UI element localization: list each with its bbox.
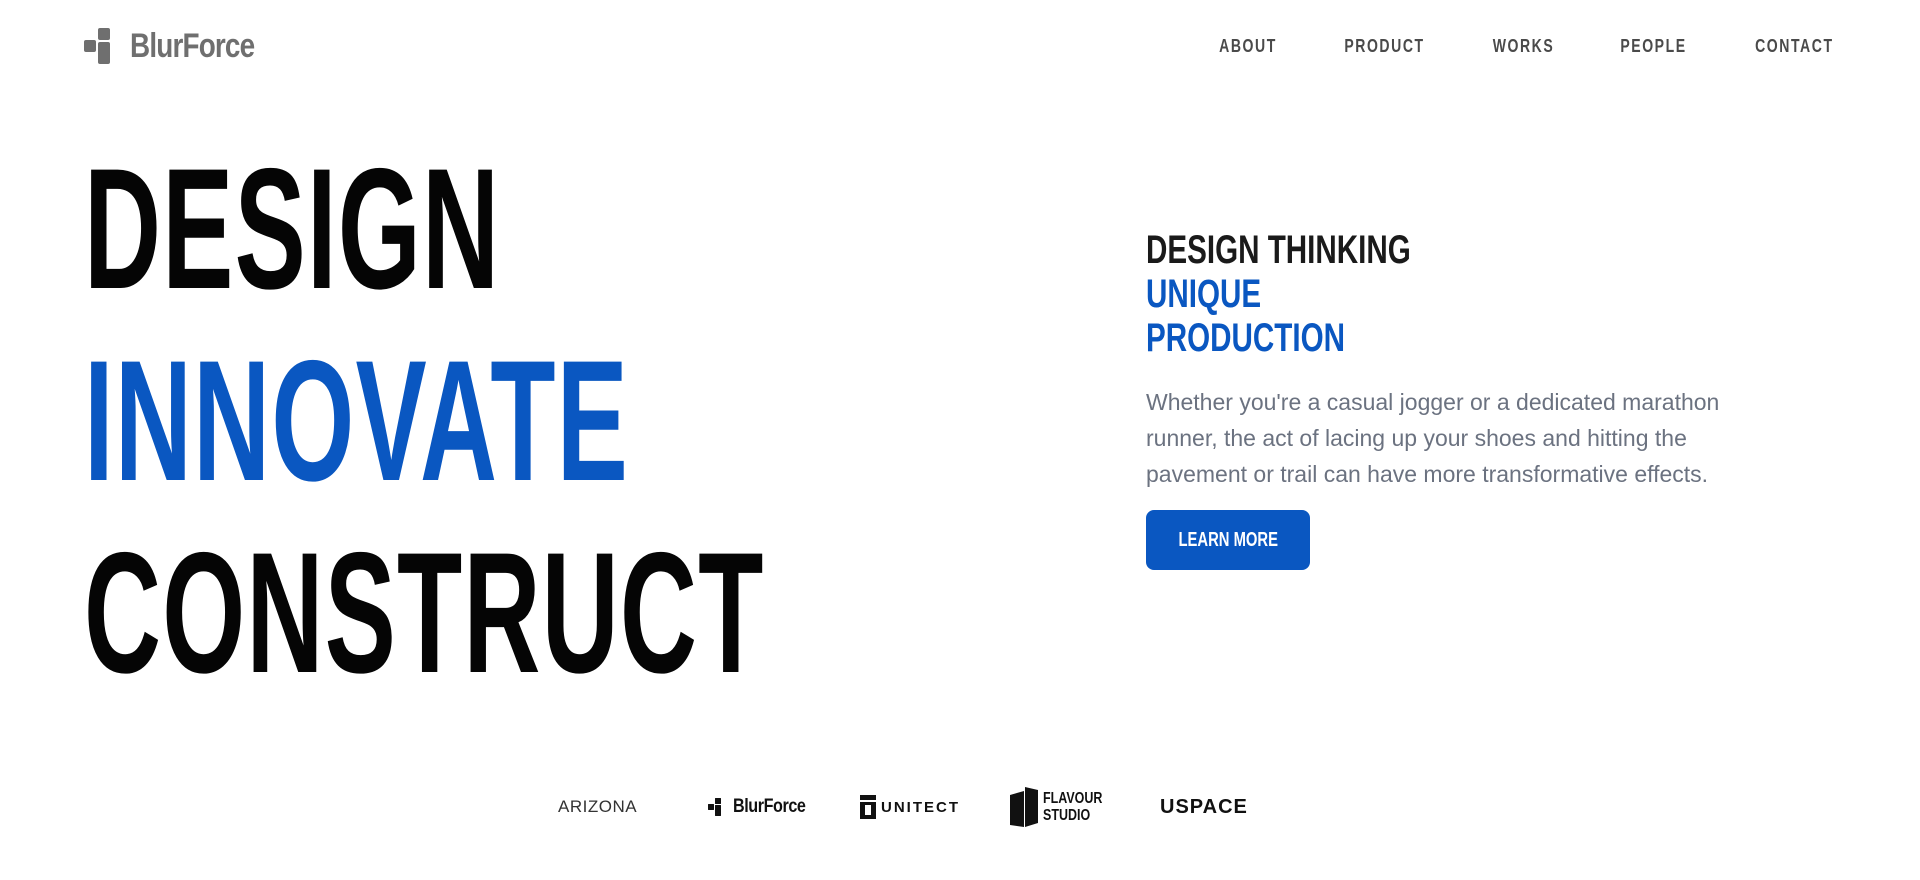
- landing-page: BlurForce ABOUT PRODUCT WORKS PEOPLE CON…: [0, 0, 1920, 880]
- building-icon: [1010, 787, 1038, 827]
- learn-more-label: LEARN MORE: [1178, 528, 1278, 551]
- intro-heading-line3: PRODUCTION: [1146, 316, 1345, 360]
- partner-logo-flavour-studio: FLAVOUR STUDIO: [1010, 786, 1119, 828]
- partner-blurforce-text: BlurForce: [733, 796, 806, 817]
- partner-flavour-text: FLAVOUR STUDIO: [1043, 790, 1102, 824]
- intro-heading-line1: DESIGN THINKING: [1146, 228, 1411, 272]
- partner-logo-blurforce: BlurForce: [708, 786, 818, 828]
- nav-contact[interactable]: CONTACT: [1755, 36, 1834, 57]
- partner-flavour-line1: FLAVOUR: [1043, 790, 1103, 807]
- hero-word-innovate: INNOVATE: [84, 325, 630, 517]
- nav-works[interactable]: WORKS: [1493, 36, 1555, 57]
- intro-description: Whether you're a casual jogger or a dedi…: [1146, 389, 1720, 487]
- hero-word-construct: CONSTRUCT: [84, 517, 765, 709]
- nav-people[interactable]: PEOPLE: [1621, 36, 1687, 57]
- partner-arizona-text: ARIZONA: [558, 797, 638, 816]
- partner-logo-arizona: ARIZONA: [558, 786, 637, 828]
- hero-headline: DESIGN INNOVATE CONSTRUCT: [84, 133, 1182, 709]
- main-nav: ABOUT PRODUCT WORKS PEOPLE CONTACT: [1211, 36, 1845, 57]
- blocks-icon: [708, 798, 721, 816]
- nav-about[interactable]: ABOUT: [1219, 36, 1277, 57]
- intro-panel: DESIGN THINKING UNIQUE PRODUCTION Whethe…: [1146, 228, 1786, 570]
- partner-uspace-text: USPACE: [1160, 795, 1248, 818]
- brand-logo[interactable]: BlurForce: [84, 26, 282, 66]
- learn-more-button[interactable]: LEARN MORE: [1146, 510, 1310, 570]
- partner-logos: ARIZONA BlurForce UNITECT FLAVOUR STUDIO…: [0, 786, 1920, 828]
- hero-word-design: DESIGN: [84, 133, 501, 325]
- brand-logo-text: BlurForce: [130, 27, 255, 65]
- nav-product[interactable]: PRODUCT: [1345, 36, 1425, 57]
- partner-logo-unitect: UNITECT: [860, 786, 960, 828]
- blocks-icon: [84, 28, 110, 64]
- unitect-mark-icon: [860, 795, 876, 819]
- partner-flavour-line2: STUDIO: [1043, 807, 1091, 824]
- partner-logo-uspace: USPACE: [1160, 786, 1248, 828]
- intro-heading-line2: UNIQUE: [1146, 272, 1262, 316]
- partner-unitect-text: UNITECT: [881, 798, 960, 816]
